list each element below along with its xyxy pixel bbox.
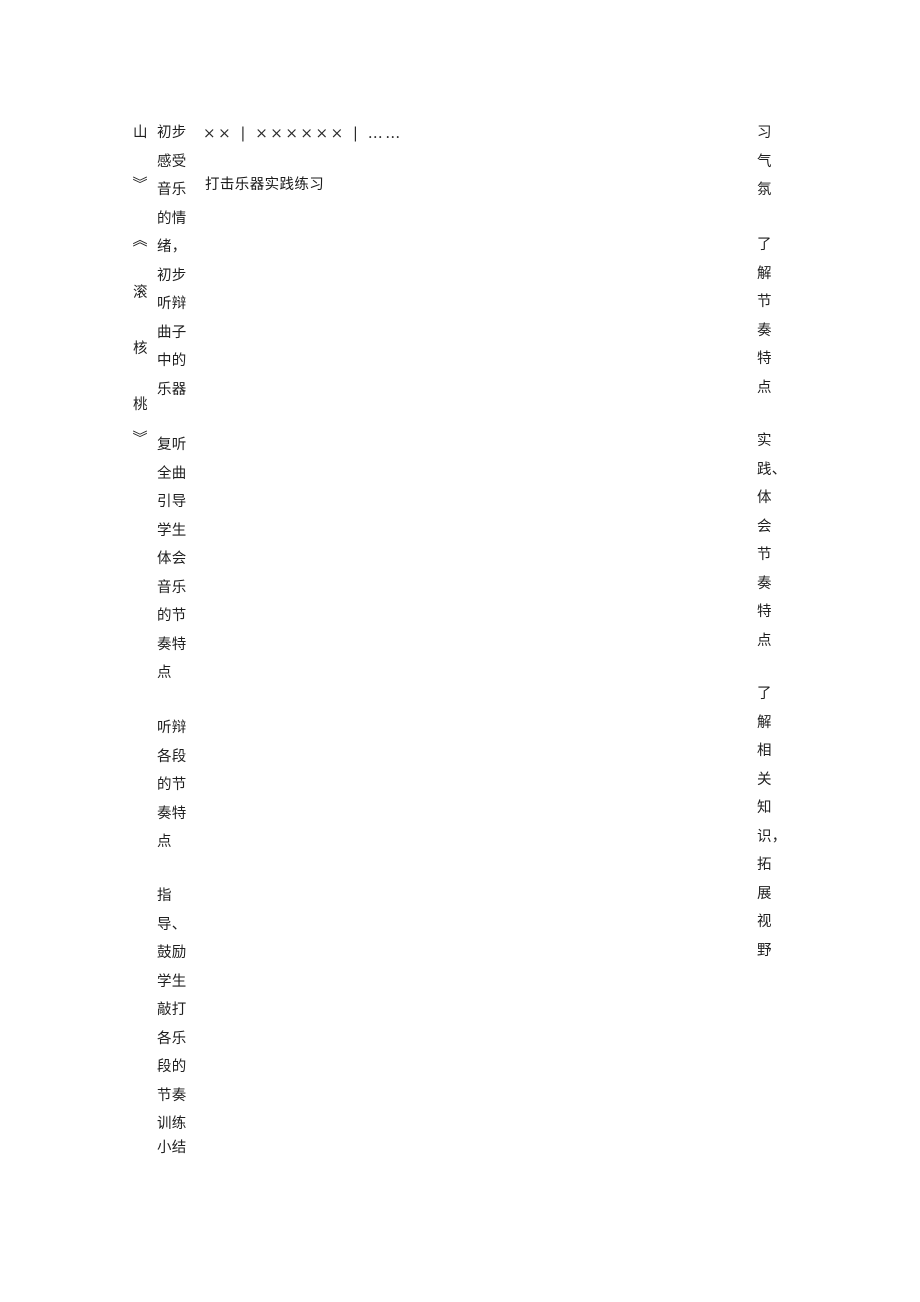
rhythm-notation: ×× | ×××××× | …… [203,124,403,142]
activity-item-4: 指导、鼓励学生敲打各乐段的节奏训练 [157,888,187,1132]
goal-item-3: 实践、体会节奏特点 [757,433,787,649]
activity-2-marker-icon: 》 [130,429,149,445]
goal-item-1: 习气氛 [757,125,772,198]
activity-item-1: 初步感受音乐的情绪，初步听辩曲子中的乐器 [157,125,187,398]
song-title-char-above: 山 [133,125,148,141]
song-title-chars: 滚核桃 [133,285,148,413]
title-close-bracket-icon: 《 [130,231,149,247]
activity-item-2: 复听全曲引导学生体会音乐的节奏特点 [157,437,187,681]
document-page: 山 》 《 滚核桃 初步感受音乐的情绪，初步听辩曲子中的乐器 》 复听全曲引导学… [0,0,920,1302]
percussion-practice-heading: 打击乐器实践练习 [205,177,325,193]
title-open-bracket-icon: 》 [130,175,149,191]
activity-item-5: 小结 [157,1140,187,1156]
goal-item-2: 了解节奏特点 [757,237,772,396]
activity-item-3: 听辩各段的节奏特点 [157,720,187,850]
goal-item-4: 了解相关知识，拓展视野 [757,686,787,959]
